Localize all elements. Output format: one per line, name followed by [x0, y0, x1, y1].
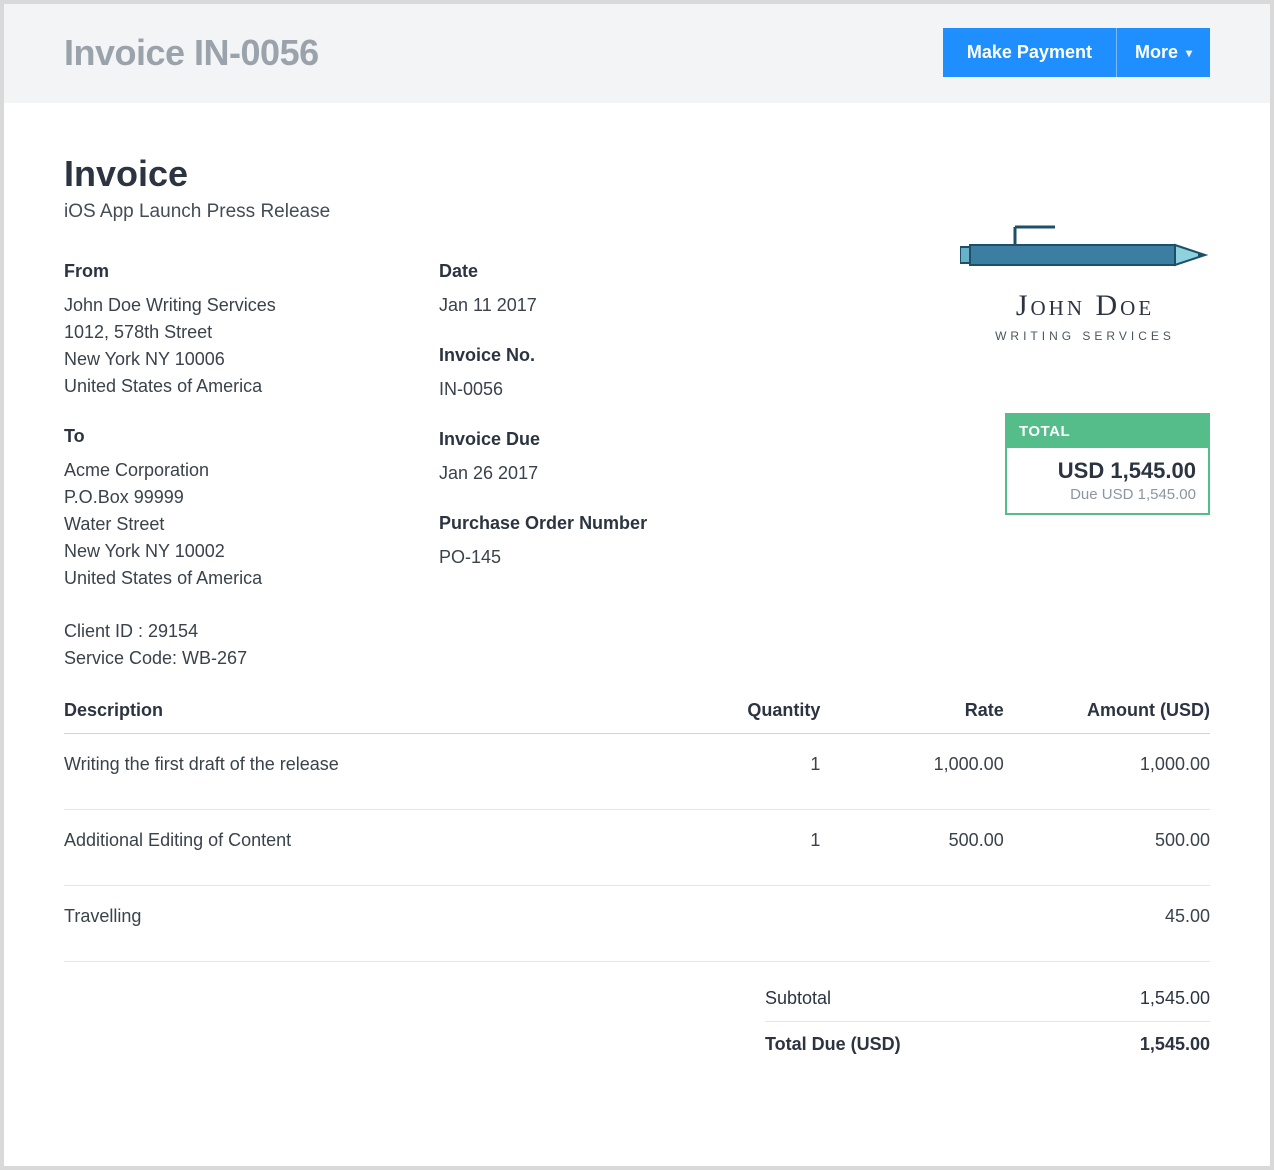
to-line4: New York NY 10002 [64, 538, 439, 565]
col-addresses: From John Doe Writing Services 1012, 578… [64, 261, 439, 672]
to-block: To Acme Corporation P.O.Box 99999 Water … [64, 426, 439, 592]
po-block: Purchase Order Number PO-145 [439, 513, 799, 571]
cell-rate [820, 886, 1003, 962]
cell-qty: 1 [660, 810, 820, 886]
cell-rate: 1,000.00 [820, 734, 1003, 810]
th-description: Description [64, 690, 660, 734]
totaldue-label: Total Due (USD) [765, 1034, 901, 1055]
cell-amt: 500.00 [1004, 810, 1210, 886]
invdue-block: Invoice Due Jan 26 2017 [439, 429, 799, 487]
date-value: Jan 11 2017 [439, 292, 799, 319]
from-block: From John Doe Writing Services 1012, 578… [64, 261, 439, 400]
from-label: From [64, 261, 439, 282]
to-line5: United States of America [64, 565, 439, 592]
table-header-row: Description Quantity Rate Amount (USD) [64, 690, 1210, 734]
to-line3: Water Street [64, 511, 439, 538]
cell-desc: Writing the first draft of the release [64, 734, 660, 810]
subtotal-value: 1,545.00 [1140, 988, 1210, 1009]
invdue-value: Jan 26 2017 [439, 460, 799, 487]
invno-value: IN-0056 [439, 376, 799, 403]
invno-block: Invoice No. IN-0056 [439, 345, 799, 403]
from-line3: New York NY 10006 [64, 346, 439, 373]
cell-desc: Travelling [64, 886, 660, 962]
chevron-down-icon: ▾ [1186, 46, 1192, 60]
date-block: Date Jan 11 2017 [439, 261, 799, 319]
cell-amt: 1,000.00 [1004, 734, 1210, 810]
invdue-label: Invoice Due [439, 429, 799, 450]
cell-amt: 45.00 [1004, 886, 1210, 962]
action-buttons: Make Payment More ▾ [943, 28, 1210, 77]
from-line2: 1012, 578th Street [64, 319, 439, 346]
totals-section: Subtotal 1,545.00 Total Due (USD) 1,545.… [765, 976, 1210, 1067]
pen-icon [960, 221, 1210, 276]
make-payment-button[interactable]: Make Payment [943, 28, 1117, 77]
meta-columns: From John Doe Writing Services 1012, 578… [64, 261, 1210, 672]
table-row: Writing the first draft of the release 1… [64, 734, 1210, 810]
th-amount: Amount (USD) [1004, 690, 1210, 734]
cell-desc: Additional Editing of Content [64, 810, 660, 886]
total-box-due: Due USD 1,545.00 [1007, 486, 1208, 513]
to-line2: P.O.Box 99999 [64, 484, 439, 511]
cell-qty: 1 [660, 734, 820, 810]
client-id: Client ID : 29154 [64, 618, 439, 645]
from-line1: John Doe Writing Services [64, 292, 439, 319]
to-line1: Acme Corporation [64, 457, 439, 484]
po-value: PO-145 [439, 544, 799, 571]
more-button[interactable]: More ▾ [1117, 28, 1210, 77]
po-label: Purchase Order Number [439, 513, 799, 534]
table-row: Additional Editing of Content 1 500.00 5… [64, 810, 1210, 886]
from-line4: United States of America [64, 373, 439, 400]
to-label: To [64, 426, 439, 447]
invoice-body: Invoice iOS App Launch Press Release Fro… [4, 103, 1270, 1107]
table-row: Travelling 45.00 [64, 886, 1210, 962]
invoice-frame: Invoice IN-0056 Make Payment More ▾ Invo… [0, 0, 1274, 1170]
line-items-table: Description Quantity Rate Amount (USD) W… [64, 690, 1210, 962]
total-box-amount: USD 1,545.00 [1007, 448, 1208, 486]
total-box: TOTAL USD 1,545.00 Due USD 1,545.00 [1005, 413, 1210, 515]
total-box-header: TOTAL [1007, 415, 1208, 448]
subtotal-label: Subtotal [765, 988, 831, 1009]
service-code: Service Code: WB-267 [64, 645, 439, 672]
make-payment-label: Make Payment [967, 42, 1092, 63]
date-label: Date [439, 261, 799, 282]
logo-name: John Doe [960, 289, 1210, 323]
more-label: More [1135, 42, 1178, 63]
logo-tagline: WRITING SERVICES [960, 329, 1210, 343]
invoice-heading: Invoice [64, 153, 1210, 195]
invoice-subtitle: iOS App Launch Press Release [64, 201, 1210, 223]
col-meta: Date Jan 11 2017 Invoice No. IN-0056 Inv… [439, 261, 799, 597]
subtotal-row: Subtotal 1,545.00 [765, 976, 1210, 1022]
company-logo: John Doe WRITING SERVICES [960, 221, 1210, 343]
totaldue-row: Total Due (USD) 1,545.00 [765, 1022, 1210, 1067]
totaldue-value: 1,545.00 [1140, 1034, 1210, 1055]
invno-label: Invoice No. [439, 345, 799, 366]
page-title: Invoice IN-0056 [64, 32, 319, 74]
cell-qty [660, 886, 820, 962]
cell-rate: 500.00 [820, 810, 1003, 886]
th-quantity: Quantity [660, 690, 820, 734]
th-rate: Rate [820, 690, 1003, 734]
topbar: Invoice IN-0056 Make Payment More ▾ [4, 4, 1270, 103]
col-right: John Doe WRITING SERVICES TOTAL USD 1,54… [799, 261, 1210, 515]
